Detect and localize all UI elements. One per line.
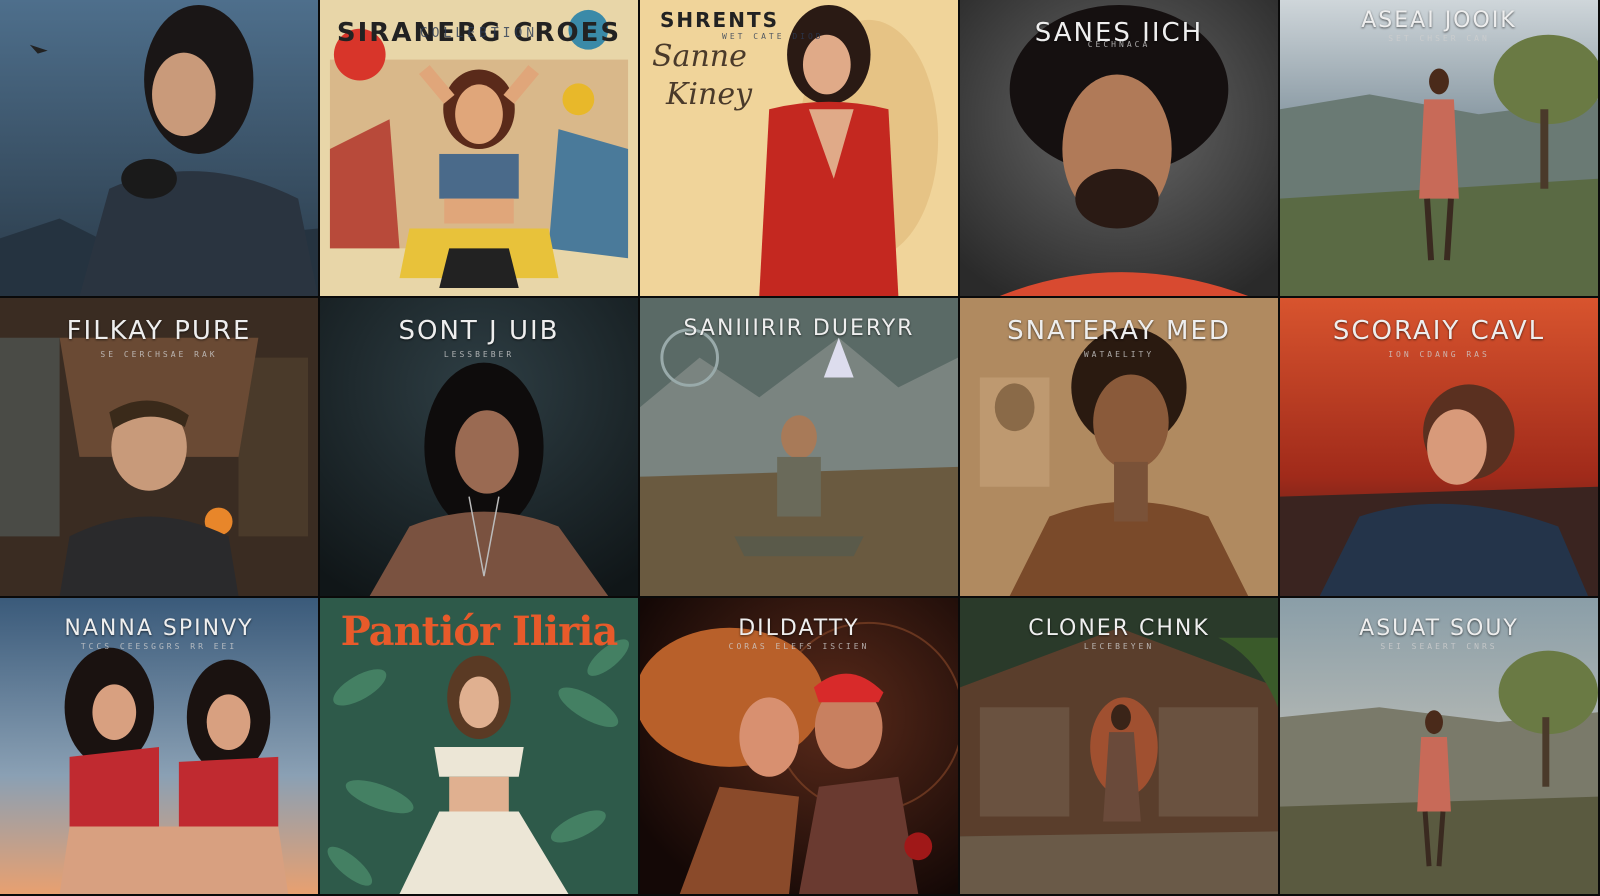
poster-art-5	[1280, 0, 1598, 296]
poster-title: SHRENTS	[660, 8, 779, 32]
poster-title: FILKAY PURE	[66, 316, 252, 346]
poster-title: ASUAT SOUY	[1359, 616, 1519, 641]
poster-subtitle: TCCS CEESGGRS RR EEI	[80, 642, 238, 651]
poster-subtitle: LECEBEYEN	[1083, 642, 1155, 651]
poster-subtitle: SET CHSER CAN	[1388, 34, 1490, 43]
poster-title: SONT J UIB	[398, 316, 560, 346]
poster-title: ASEAI JOOIK	[1361, 8, 1517, 33]
poster-script-text: Sanne Kiney	[652, 38, 752, 114]
poster-tile-3: SHRENTS WET CATE DIOD Sanne Kiney	[640, 0, 960, 298]
poster-title: SCORAIY CAVL	[1332, 316, 1546, 346]
poster-tile-8: SANIIIRIR DUERYR	[640, 298, 960, 598]
script-line-2: Kiney	[666, 77, 753, 112]
poster-subtitle: CECHNACA	[1087, 40, 1151, 49]
poster-subtitle: SE CERCHSAE RAK	[100, 350, 218, 359]
poster-tile-2: SIRANERG CROES COLLEBTION	[320, 0, 640, 298]
poster-tile-7: SONT J UIB LESSBEBER	[320, 298, 640, 598]
poster-subtitle: WATAELITY	[1083, 350, 1155, 359]
poster-tile-6: FILKAY PURE SE CERCHSAE RAK	[0, 298, 320, 598]
poster-subtitle: COLLEBTION	[419, 26, 539, 41]
poster-tile-11: NANNA SPINVY TCCS CEESGGRS RR EEI	[0, 598, 320, 896]
poster-subtitle: SEI SEAERT CNRS	[1380, 642, 1498, 651]
poster-art-8	[640, 298, 958, 596]
poster-title: NANNA SPINVY	[64, 616, 254, 641]
poster-tile-14: CLONER CHNK LECEBEYEN	[960, 598, 1280, 896]
poster-title: SNATERAY MED	[1007, 316, 1231, 346]
poster-title: CLONER CHNK	[1028, 616, 1210, 641]
poster-tile-1	[0, 0, 320, 298]
script-line-1: Sanne	[652, 39, 747, 74]
poster-title: SANIIIRIR DUERYR	[683, 316, 915, 341]
poster-subtitle: ION CDANG RAS	[1388, 350, 1490, 359]
poster-tile-12: Pantiór Iliria	[320, 598, 640, 896]
poster-subtitle: CORAS ELEFS ISCIEN	[728, 642, 870, 651]
poster-title: Pantiór Iliria	[340, 608, 619, 655]
poster-subtitle: WET CATE DIOD	[722, 32, 824, 41]
poster-tile-13: DILDATTY CORAS ELEFS ISCIEN	[640, 598, 960, 896]
poster-subtitle: LESSBEBER	[443, 350, 515, 359]
poster-tile-5: ASEAI JOOIK SET CHSER CAN	[1280, 0, 1600, 298]
poster-tile-9: SNATERAY MED WATAELITY	[960, 298, 1280, 598]
poster-tile-15: ASUAT SOUY SEI SEAERT CNRS	[1280, 598, 1600, 896]
poster-tile-4: SANES IICH CECHNACA	[960, 0, 1280, 298]
poster-grid: SIRANERG CROES COLLEBTION SHRENTS WET CA…	[0, 0, 1600, 896]
poster-tile-10: SCORAIY CAVL ION CDANG RAS	[1280, 298, 1600, 598]
poster-title: DILDATTY	[738, 616, 860, 641]
poster-art-1	[0, 0, 318, 296]
